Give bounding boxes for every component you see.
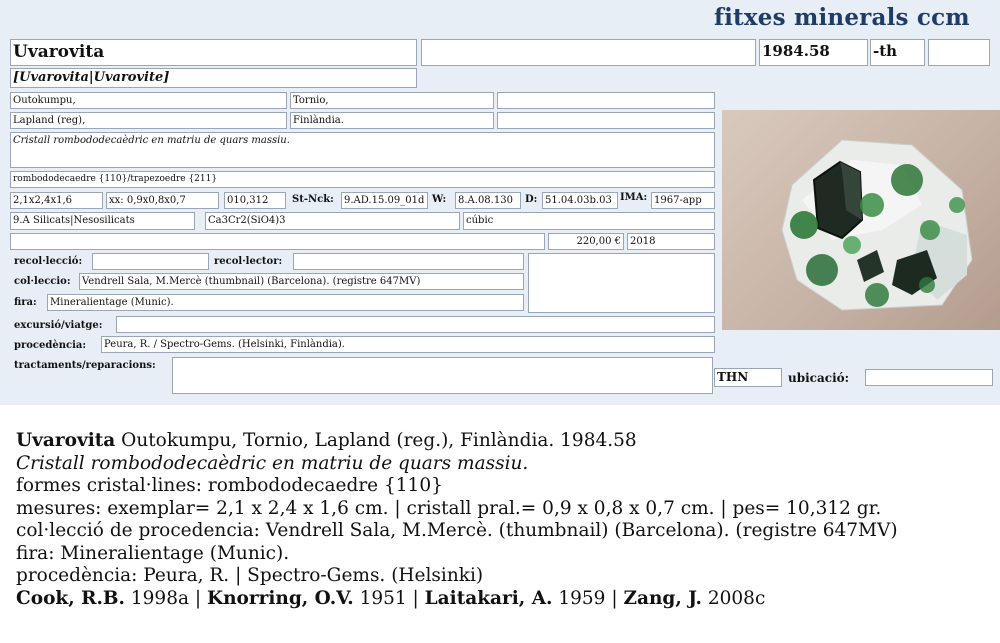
suffix-field[interactable]: -th (870, 39, 925, 66)
summary-measures: mesures: exemplar= 2,1 x 2,4 x 1,6 cm. |… (16, 497, 882, 519)
year-field[interactable]: 2018 (627, 233, 715, 250)
blank-long-field[interactable] (10, 233, 545, 250)
tractaments-field[interactable] (172, 357, 713, 394)
forms-field[interactable]: rombododecaedre {110}/trapezoedre {211} (10, 171, 715, 188)
ubicacio-label: ubicació: (788, 371, 850, 385)
recoleccio-field[interactable] (92, 253, 209, 270)
tractaments-label: tractaments/reparacions: (14, 360, 156, 371)
excursio-label: excursió/viatge: (14, 320, 103, 331)
fira-field[interactable]: Mineralientage (Munic). (47, 294, 524, 311)
colleccio-label: col·leccio: (14, 276, 71, 287)
ref-year: 2008c (701, 587, 766, 609)
summary-description: Cristall rombododecaèdric en matriu de q… (16, 452, 529, 474)
weight-field[interactable]: 010,312 (224, 192, 286, 209)
description-field[interactable]: Cristall rombododecaèdric en matriu de q… (10, 132, 715, 168)
summary-fair: fira: Mineralientage (Munic). (16, 542, 290, 564)
colleccio-field[interactable]: Vendrell Sala, M.Mercè (thumbnail) (Barc… (79, 273, 524, 290)
excursio-field[interactable] (116, 316, 715, 333)
name-field[interactable]: Uvarovita (10, 39, 417, 66)
ref-author: Knorring, O.V. (207, 587, 354, 609)
system-field[interactable]: cúbic (463, 212, 715, 230)
summary-locality: Outokumpu, Tornio, Lapland (reg.), Finlà… (115, 430, 637, 451)
summary-origin: procedència: Peura, R. | Spectro-Gems. (… (16, 565, 484, 586)
recolector-field[interactable] (293, 253, 524, 270)
ref-author: Laitakari, A. (424, 587, 553, 609)
catalog-number-field[interactable]: 1984.58 (759, 39, 868, 66)
summary-forms: formes cristal·lines: rombododecaedre {1… (16, 475, 443, 496)
thn-field[interactable]: THN (714, 368, 782, 387)
procedencia-label: procedència: (14, 340, 87, 351)
locality-blank-1[interactable] (497, 92, 715, 109)
ima-label: IMA: (620, 192, 648, 203)
w-field[interactable]: 8.A.08.130 (455, 192, 521, 209)
d-label: D: (525, 194, 538, 205)
blank-field-1[interactable] (421, 39, 756, 66)
specimen-card: fitxes minerals ccm Uvarovita 1984.58 -t… (0, 0, 1000, 405)
stnck-field[interactable]: 9.AD.15.09_01d (341, 192, 428, 209)
locality-4[interactable]: Finlàndia. (290, 112, 494, 129)
w-label: W: (432, 194, 447, 205)
summary-references: Cook, R.B. 1998a | Knorring, O.V. 1951 |… (16, 588, 996, 611)
summary-name: Uvarovita (16, 430, 116, 451)
stnck-label: St-Nck: (292, 194, 334, 205)
summary-line-1: Uvarovita Outokumpu, Tornio, Lapland (re… (16, 430, 996, 453)
ima-field[interactable]: 1967-app (651, 192, 715, 209)
summary-collection: col·lecció de procedencia: Vendrell Sala… (16, 520, 898, 541)
recoleccio-label: recol·lecció: (14, 256, 83, 267)
recolector-label: recol·lector: (214, 256, 283, 267)
site-title: fitxes minerals ccm (714, 4, 970, 31)
fira-label: fira: (14, 297, 37, 308)
notes-box[interactable] (528, 253, 715, 313)
dims-specimen-field[interactable]: 2,1x2,4x1,6 (10, 192, 103, 209)
locality-1[interactable]: Outokumpu, (10, 92, 287, 109)
ref-year: 1959 | (552, 587, 624, 609)
ref-year: 1998a | (125, 587, 207, 609)
ref-author: Cook, R.B. (16, 587, 125, 609)
dims-crystal-field[interactable]: xx: 0,9x0,8x0,7 (106, 192, 219, 209)
locality-blank-2[interactable] (497, 112, 715, 129)
d-field[interactable]: 51.04.03b.03 (542, 192, 618, 209)
price-field[interactable]: 220,00 € (548, 233, 624, 250)
blank-field-2[interactable] (928, 39, 990, 66)
formula-field[interactable]: Ca3Cr2(SiO4)3 (205, 212, 460, 230)
locality-3[interactable]: Lapland (reg), (10, 112, 287, 129)
mineral-image (781, 139, 973, 311)
ref-author: Zang, J. (623, 587, 702, 609)
locality-2[interactable]: Tornio, (290, 92, 494, 109)
specimen-summary: Uvarovita Outokumpu, Tornio, Lapland (re… (16, 430, 996, 610)
ref-year: 1951 | (353, 587, 425, 609)
class-field[interactable]: 9.A Silicats|Nesosilicats (10, 212, 195, 230)
ubicacio-field[interactable] (865, 369, 993, 386)
specimen-photo (722, 110, 1000, 330)
procedencia-field[interactable]: Peura, R. / Spectro-Gems. (Helsinki, Fin… (101, 336, 715, 353)
synonyms-field[interactable]: [Uvarovita|Uvarovite] (10, 68, 417, 88)
